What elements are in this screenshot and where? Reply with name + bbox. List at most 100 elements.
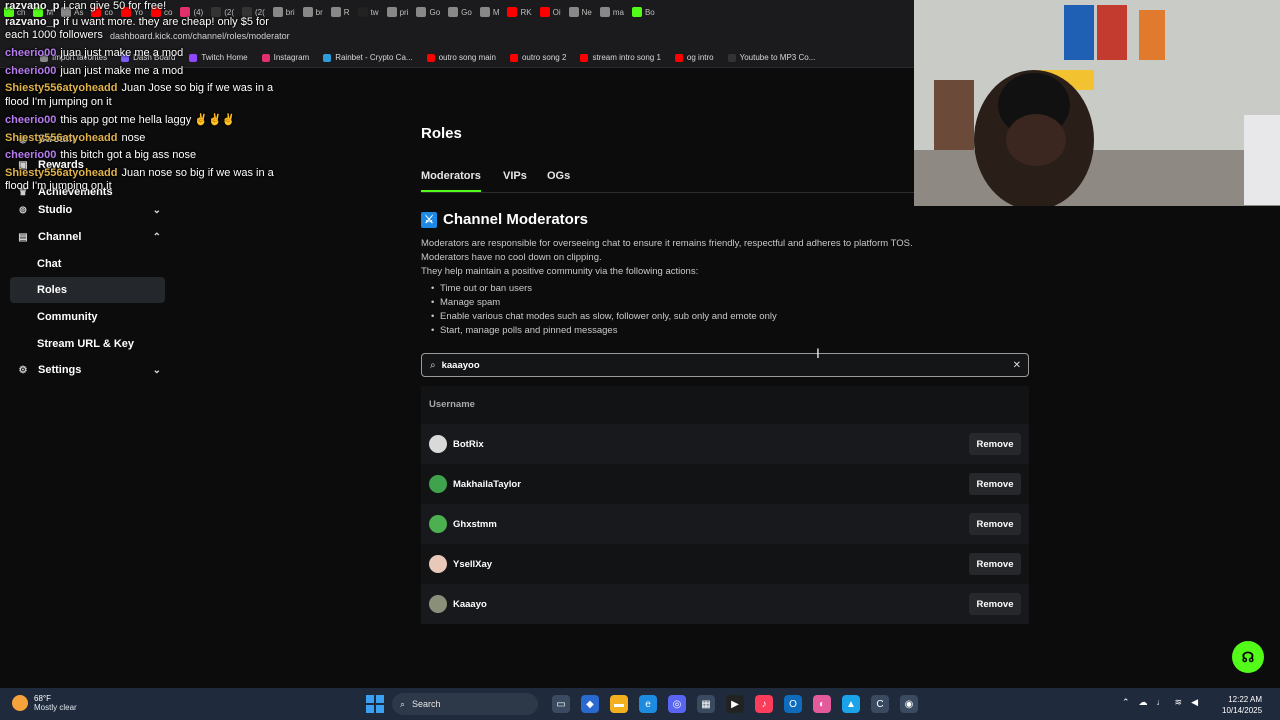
remove-button[interactable]: Remove (969, 473, 1021, 495)
chat-text: juan just make me a mod (60, 65, 184, 77)
tab-favicon-icon (302, 7, 313, 17)
chat-message: cheerio00 this app got me hella laggy ✌✌✌ (5, 113, 235, 126)
browser-tab[interactable]: RK (503, 2, 535, 22)
system-tray[interactable]: ⌃ ☁ ♩ ≋ ◀ (1122, 697, 1198, 708)
sidebar-item-chat[interactable]: Chat (10, 251, 165, 277)
remove-button[interactable]: Remove (969, 553, 1021, 575)
chat-text: each 1000 followers (5, 29, 103, 41)
sidebar-item-channel[interactable]: ▤ Channel ⌃ (10, 224, 165, 250)
taskbar-clock[interactable]: 12:22 AM 10/14/2025 (1222, 694, 1262, 716)
browser-tab[interactable]: Oi (536, 2, 565, 22)
windows-start-button[interactable] (366, 695, 384, 713)
browser-tab-label: ma (612, 7, 624, 17)
sidebar-item-community[interactable]: Community (10, 304, 165, 330)
tab-favicon-icon (507, 7, 518, 17)
browser-tab[interactable]: M (476, 2, 504, 22)
action-item: Start, manage polls and pinned messages (431, 325, 617, 336)
media-player-icon[interactable]: ▶ (726, 695, 744, 713)
chat-username: cheerio00 (5, 65, 57, 77)
outlook-icon[interactable]: O (784, 695, 802, 713)
tab-vips[interactable]: VIPs (503, 170, 527, 182)
column-username: Username (429, 399, 475, 410)
chat-overlay: razvano_p i can give 50 for free! razvano_… (0, 0, 300, 195)
bookmark-favicon-icon (727, 53, 736, 62)
table-header: Username (421, 386, 1029, 424)
chat-message: Shiesty556atyoheadd Juan nose so big if w… (5, 167, 274, 179)
search-input[interactable] (441, 359, 1002, 371)
tab-favicon-icon (599, 7, 610, 17)
moderator-username[interactable]: Kaaayo (453, 599, 487, 610)
browser-tab[interactable]: Go (412, 2, 444, 22)
moderator-username[interactable]: MakhailaTaylor (453, 479, 521, 490)
clear-icon[interactable]: ✕ (1013, 360, 1021, 371)
moderator-username[interactable]: YsellXay (453, 559, 492, 570)
app-icon[interactable]: C (871, 695, 889, 713)
section-title-text: Channel Moderators (443, 211, 589, 228)
help-chat-button[interactable]: ☊ (1232, 641, 1264, 673)
search-icon: ⌕ (400, 698, 406, 709)
search-icon: ⌕ (430, 359, 436, 371)
wifi-icon[interactable]: ≋ (1175, 697, 1183, 708)
bookmark-item[interactable]: og intro (674, 53, 714, 62)
discord-icon[interactable]: ◎ (668, 695, 686, 713)
edge-browser-icon[interactable]: e (639, 695, 657, 713)
moderator-username[interactable]: Ghxstmm (453, 519, 497, 530)
description-line: Moderators have no cool down on clipping… (421, 252, 602, 263)
chat-text: i can give 50 for free! (63, 0, 167, 12)
chat-message: razvano_p if u want more. they are cheap!… (5, 16, 269, 28)
file-explorer-icon[interactable]: ▬ (610, 695, 628, 713)
chat-username: cheerio00 (5, 47, 57, 59)
remove-button[interactable]: Remove (969, 593, 1021, 615)
store-icon[interactable]: ▦ (697, 695, 715, 713)
bookmark-item[interactable]: outro song main (426, 53, 496, 62)
sidebar-item-stream-url-key[interactable]: Stream URL & Key (10, 331, 165, 357)
chat-username: Shiesty556atyoheadd (5, 82, 118, 94)
cloud-icon[interactable]: ☁ (1139, 697, 1148, 708)
browser-tab[interactable]: Ne (565, 2, 596, 22)
table-row: BotRix Remove (421, 424, 1029, 464)
chat-username: Shiesty556atyoheadd (5, 132, 118, 144)
microphone-icon[interactable]: ♩ (1157, 697, 1166, 708)
chat-message: flood I'm jumping on it (5, 96, 112, 108)
tab-ogs[interactable]: OGs (547, 170, 570, 182)
tab-moderators[interactable]: Moderators (421, 170, 481, 192)
browser-tab[interactable]: ma (596, 2, 628, 22)
browser-tab-label: M (492, 7, 500, 17)
avatar (429, 595, 447, 613)
browser-tab[interactable]: Bo (628, 2, 659, 22)
remove-button[interactable]: Remove (969, 513, 1021, 535)
action-item: Manage spam (431, 297, 500, 308)
volume-icon[interactable]: ◀ (1191, 697, 1198, 708)
obs-icon[interactable]: ◉ (900, 695, 918, 713)
browser-tab-label: pri (399, 7, 409, 17)
sidebar-item-roles[interactable]: Roles (10, 277, 165, 303)
bookmark-favicon-icon (674, 53, 683, 62)
browser-tab[interactable]: R (327, 2, 354, 22)
bookmark-item[interactable]: outro song 2 (509, 53, 566, 62)
bookmark-item[interactable]: Youtube to MP3 Co... (727, 53, 815, 62)
chat-message: Shiesty556atyoheadd Juan Jose so big if w… (5, 82, 273, 94)
bookmark-label: outro song main (438, 53, 496, 62)
bookmark-item[interactable]: Rainbet - Crypto Ca... (323, 53, 413, 62)
bookmark-item[interactable]: stream intro song 1 (580, 53, 661, 62)
sidebar-item-label: Settings (38, 364, 82, 376)
weather-widget[interactable]: 68°F Mostly clear (12, 694, 77, 712)
sidebar-item-studio[interactable]: ⊚ Studio ⌄ (10, 197, 165, 223)
remove-button[interactable]: Remove (969, 433, 1021, 455)
moderator-username[interactable]: BotRix (453, 439, 484, 450)
browser-tab[interactable]: br (299, 2, 327, 22)
photos-icon[interactable]: ◐ (813, 695, 831, 713)
gallery-icon[interactable]: ▲ (842, 695, 860, 713)
browser-tab[interactable]: Go (444, 2, 476, 22)
studio-icon: ⊚ (18, 204, 28, 216)
task-view-icon[interactable]: ▭ (552, 695, 570, 713)
table-row: YsellXay Remove (421, 544, 1029, 584)
widgets-icon[interactable]: ◆ (581, 695, 599, 713)
browser-tab[interactable]: pri (383, 2, 413, 22)
sidebar-item-settings[interactable]: ⚙ Settings ⌄ (10, 357, 165, 383)
chevron-up-icon[interactable]: ⌃ (1122, 697, 1130, 708)
moderator-search[interactable]: ⌕ ✕ (421, 353, 1029, 377)
browser-tab[interactable]: tw (354, 2, 383, 22)
music-icon[interactable]: ♪ (755, 695, 773, 713)
taskbar-search[interactable]: ⌕ Search (392, 693, 538, 715)
